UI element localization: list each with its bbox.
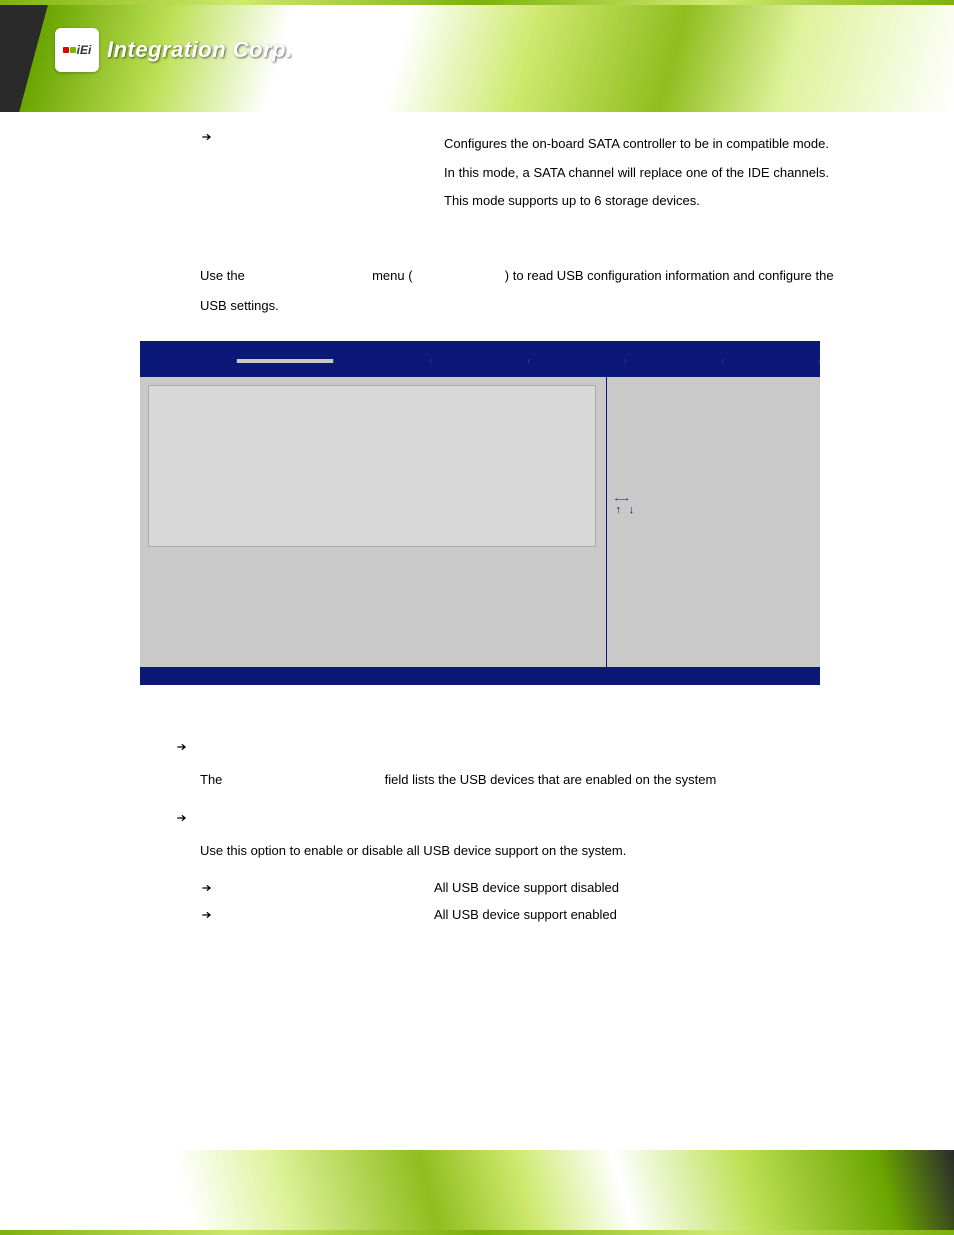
usb-config-intro: Use the menu ( ) to read USB configurati… <box>200 261 840 321</box>
nav-left-right-icon: ←→ <box>615 493 635 505</box>
usb-devices-prefix: The <box>200 772 222 787</box>
bios-left-pane <box>140 377 607 667</box>
usb-function-options: All USB device support disabled All USB … <box>200 880 854 922</box>
arrow-right-icon <box>175 740 189 754</box>
usb-function-item: Use this option to enable or disable all… <box>175 811 854 922</box>
bios-tab-advanced <box>237 359 334 363</box>
arrow-right-icon <box>200 881 214 895</box>
logo: iEi Integration Corp. <box>55 28 293 72</box>
bios-tab-pcipnp <box>334 359 431 363</box>
arrow-right-icon <box>175 811 189 825</box>
footer-banner <box>0 1150 954 1235</box>
option-enabled-desc: All USB device support enabled <box>434 907 617 922</box>
post-bios-text: The field lists the USB devices that are… <box>175 740 854 923</box>
nav-up-down-icon: ↑ ↓ <box>615 505 635 517</box>
bios-screenshot: ←→ ↑ ↓ <box>140 341 820 685</box>
bios-tab-main <box>140 359 237 363</box>
compatible-mode-block: Configures the on-board SATA controller … <box>140 130 854 216</box>
arrow-right-icon <box>200 130 214 144</box>
usb-function-desc: Use this option to enable or disable all… <box>200 839 854 862</box>
arrow-right-icon <box>200 908 214 922</box>
logo-dot-red <box>63 47 69 53</box>
logo-mark: iEi <box>55 28 99 72</box>
bios-footer <box>140 667 820 685</box>
bios-body: ←→ ↑ ↓ <box>140 377 820 667</box>
logo-brand: iEi <box>77 43 92 57</box>
intro-suffix: ) to read USB configuration information … <box>200 268 834 313</box>
logo-dot-green <box>70 47 76 53</box>
usb-devices-suffix: field lists the USB devices that are ena… <box>385 772 717 787</box>
compatible-mode-description: Configures the on-board SATA controller … <box>444 130 829 216</box>
option-disabled: All USB device support disabled <box>200 880 854 895</box>
usb-devices-text: The field lists the USB devices that are… <box>200 768 854 791</box>
bios-tab-chipset <box>626 359 723 363</box>
page-content: Configures the on-board SATA controller … <box>140 130 854 942</box>
bios-tab-exit <box>723 359 820 363</box>
bios-titlebar <box>140 341 820 359</box>
logo-text: Integration Corp. <box>107 37 293 63</box>
bios-tab-security <box>529 359 626 363</box>
bios-tab-boot <box>431 359 528 363</box>
header-banner: iEi Integration Corp. <box>0 0 954 112</box>
bios-settings-area <box>148 385 596 547</box>
option-enabled: All USB device support enabled <box>200 907 854 922</box>
intro-mid: menu ( <box>372 268 412 283</box>
intro-prefix: Use the <box>200 268 245 283</box>
bios-help-pane: ←→ ↑ ↓ <box>607 377 643 667</box>
bios-tab-row <box>140 359 820 377</box>
option-disabled-desc: All USB device support disabled <box>434 880 619 895</box>
usb-devices-enabled-item: The field lists the USB devices that are… <box>175 740 854 791</box>
